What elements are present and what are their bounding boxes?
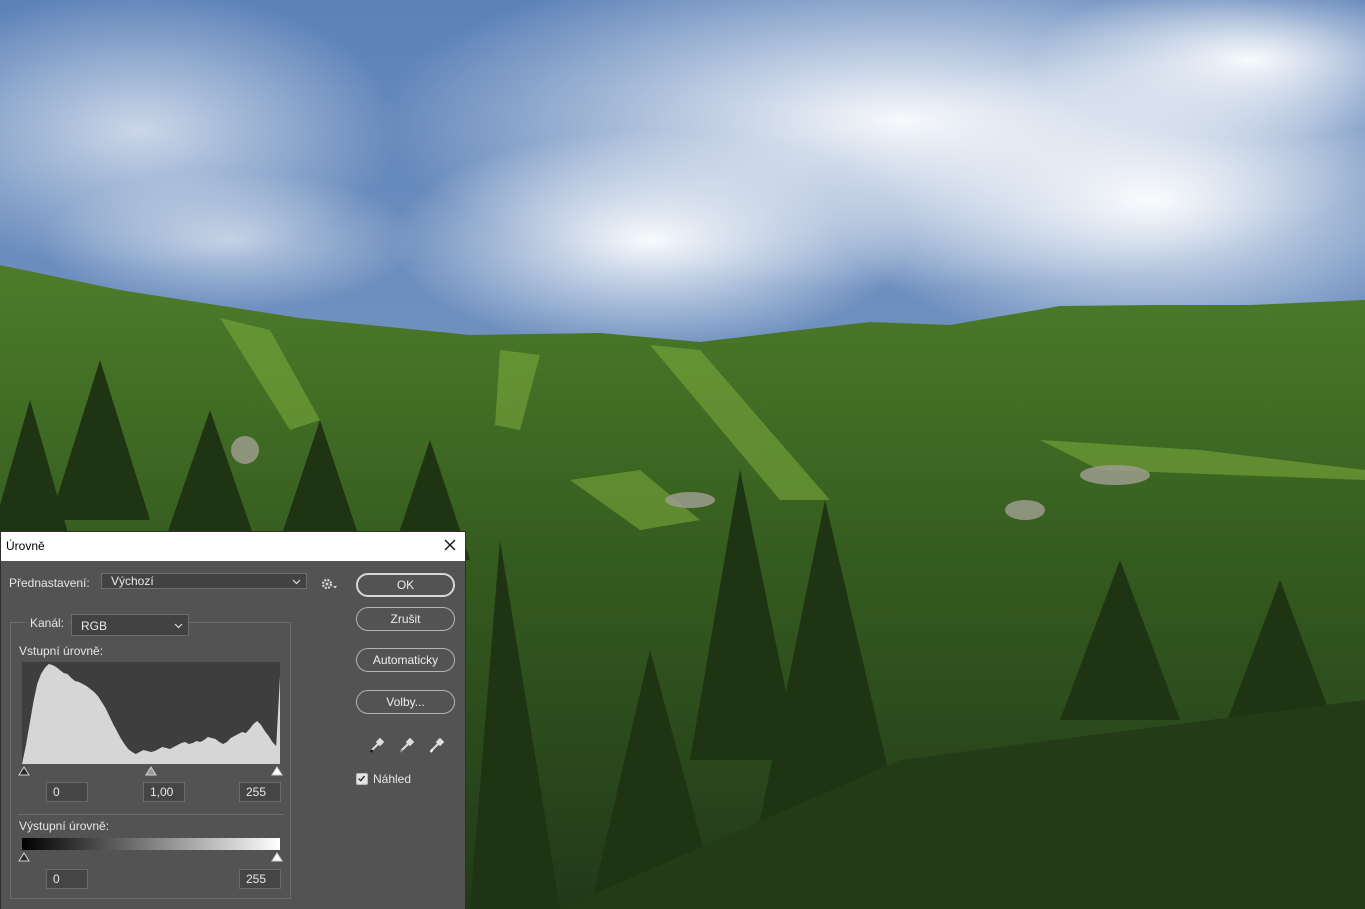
eyedropper-white-icon[interactable] bbox=[427, 735, 447, 755]
options-button[interactable]: Volby... bbox=[356, 690, 455, 714]
checkmark-icon bbox=[358, 775, 366, 782]
clouds bbox=[0, 0, 1365, 350]
dialog-titlebar[interactable]: Úrovně bbox=[1, 532, 465, 561]
group-separator bbox=[18, 814, 284, 815]
input-white-field[interactable]: 255 bbox=[239, 782, 281, 802]
eyedropper-gray-icon[interactable] bbox=[397, 735, 417, 755]
output-black-slider[interactable] bbox=[18, 852, 30, 862]
levels-dialog: Úrovně Přednastavení: Výchozí OK Zrušit … bbox=[0, 531, 466, 909]
input-gamma-field[interactable]: 1,00 bbox=[143, 782, 185, 802]
histogram bbox=[22, 662, 280, 764]
input-gamma-slider[interactable] bbox=[145, 766, 157, 776]
chevron-down-icon bbox=[174, 623, 183, 629]
gear-icon[interactable] bbox=[320, 576, 338, 592]
channel-label: Kanál: bbox=[25, 616, 70, 630]
preset-label: Přednastavení: bbox=[9, 576, 90, 590]
output-gradient bbox=[22, 838, 280, 850]
auto-button[interactable]: Automaticky bbox=[356, 648, 455, 672]
chevron-down-icon bbox=[292, 579, 301, 585]
eyedropper-black-icon[interactable] bbox=[367, 735, 387, 755]
ok-button[interactable]: OK bbox=[356, 573, 455, 597]
preview-label: Náhled bbox=[373, 772, 412, 786]
cancel-button[interactable]: Zrušit bbox=[356, 607, 455, 631]
preset-value: Výchozí bbox=[111, 574, 154, 588]
input-white-slider[interactable] bbox=[271, 766, 283, 776]
output-levels-label: Výstupní úrovně: bbox=[19, 819, 110, 833]
input-black-slider[interactable] bbox=[18, 766, 30, 776]
input-levels-label: Vstupní úrovně: bbox=[19, 644, 104, 658]
preset-select[interactable]: Výchozí bbox=[101, 573, 307, 589]
output-white-field[interactable]: 255 bbox=[239, 869, 281, 889]
preview-checkbox[interactable] bbox=[356, 773, 368, 785]
channel-select[interactable]: RGB bbox=[71, 614, 189, 636]
dialog-title: Úrovně bbox=[6, 539, 45, 553]
output-black-field[interactable]: 0 bbox=[46, 869, 88, 889]
input-black-field[interactable]: 0 bbox=[46, 782, 88, 802]
output-white-slider[interactable] bbox=[271, 852, 283, 862]
channel-value: RGB bbox=[81, 619, 108, 633]
close-icon[interactable] bbox=[442, 537, 458, 553]
